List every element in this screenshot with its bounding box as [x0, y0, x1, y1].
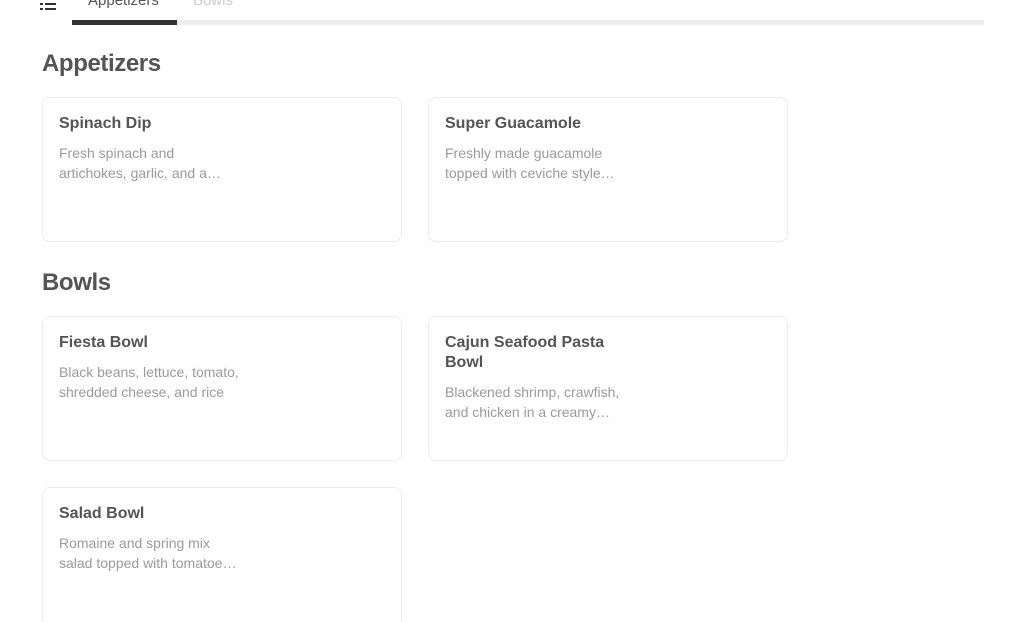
menu-item-description: Blackened shrimp, crawfish, and chicken …	[445, 384, 620, 420]
menu-item-card[interactable]: Super Guacamole Freshly made guacamole t…	[428, 97, 788, 242]
menu-item-card[interactable]: Cajun Seafood Pasta Bowl Blackened shrim…	[428, 316, 788, 461]
category-tab-bar: Appetizers Bowls	[0, 0, 1024, 25]
menu-item-name: Cajun Seafood Pasta Bowl	[445, 334, 605, 371]
section-title-bowls: Bowls	[42, 269, 111, 296]
tab-appetizers[interactable]: Appetizers	[72, 0, 177, 25]
list-menu-icon[interactable]	[40, 0, 56, 12]
menu-item-description: Black beans, lettuce, tomato, shredded c…	[59, 364, 239, 400]
menu-item-card[interactable]: Spinach Dip Fresh spinach and artichokes…	[42, 97, 402, 242]
section-title-appetizers: Appetizers	[42, 50, 161, 77]
menu-page: Appetizers Bowls Appetizers Spinach Dip …	[0, 0, 1024, 622]
tab-label: Appetizers	[88, 0, 159, 9]
menu-item-description: Freshly made guacamole topped with cevic…	[445, 145, 603, 181]
tab-label: Bowls	[193, 0, 234, 9]
tab-bowls[interactable]: Bowls	[177, 0, 252, 25]
menu-item-description: Romaine and spring mix salad topped with…	[59, 535, 230, 571]
active-tab-indicator	[72, 20, 177, 25]
menu-item-description: Fresh spinach and artichokes, garlic, an…	[59, 145, 207, 181]
menu-item-name: Fiesta Bowl	[59, 334, 148, 351]
menu-item-card[interactable]: Salad Bowl Romaine and spring mix salad …	[42, 487, 402, 622]
menu-item-name: Super Guacamole	[445, 115, 582, 132]
menu-item-name: Spinach Dip	[59, 115, 152, 132]
menu-item-name: Salad Bowl	[59, 505, 145, 522]
menu-item-card[interactable]: Fiesta Bowl Black beans, lettuce, tomato…	[42, 316, 402, 461]
